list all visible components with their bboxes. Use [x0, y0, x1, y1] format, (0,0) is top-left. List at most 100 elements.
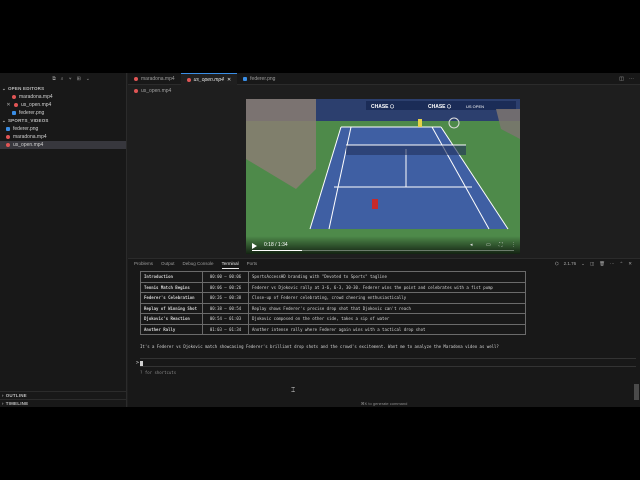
video-file-icon [6, 135, 10, 139]
video-progress-fill [252, 250, 302, 251]
description-cell: Replay shows Federer's precise drop shot… [248, 302, 526, 314]
extensions-icon[interactable]: ⊞ [77, 73, 81, 85]
event-cell: Replay of Winning Shot [140, 302, 203, 314]
fullscreen-icon[interactable]: ⛶ [499, 242, 503, 248]
outline-section[interactable]: › OUTLINE [0, 391, 127, 399]
table-row: Replay of Winning Shot 00:38 – 00:54 Rep… [140, 302, 526, 314]
shortcuts-hint: ? for shortcuts [140, 370, 177, 375]
more-icon[interactable]: ⋮ [511, 242, 516, 248]
picture-in-picture-icon[interactable]: ▭ [486, 242, 491, 248]
split-editor-icon[interactable]: ◫ [619, 73, 624, 85]
file-item[interactable]: maradona.mp4 [0, 133, 126, 141]
search-icon[interactable]: ⌕ [61, 73, 64, 85]
prompt-input[interactable]: > [136, 358, 636, 367]
close-icon[interactable]: ✕ [227, 74, 231, 86]
breadcrumb: us_open.mp4 [134, 87, 171, 95]
event-cell: Introduction [140, 271, 203, 283]
open-editors-header[interactable]: ⌄ OPEN EDITORS [0, 85, 126, 93]
tab-output[interactable]: Output [161, 259, 175, 269]
more-actions-icon[interactable]: ⋯ [610, 259, 615, 269]
tab-maradona[interactable]: maradona.mp4 [128, 73, 181, 85]
time-cell: 00:06 – 00:26 [202, 281, 249, 293]
video-file-icon [14, 103, 18, 107]
more-actions-icon[interactable]: ⋯ [629, 73, 634, 85]
event-cell: Another Rally [140, 323, 203, 335]
editor-tabs: maradona.mp4 us_open.mp4 ✕ federer.png ◫… [128, 73, 640, 85]
open-editor-item[interactable]: federer.png [0, 109, 126, 117]
image-file-icon [6, 127, 10, 131]
play-icon[interactable] [252, 243, 257, 249]
video-time: 0:18 / 1:34 [264, 242, 288, 248]
close-icon[interactable]: ✕ [628, 259, 632, 269]
explorer-sidebar: ⧉ ⌕ ⑂ ⊞ ⌄ ⌄ OPEN EDITORS maradona.mp4 ✕ … [0, 73, 127, 407]
video-progress-track[interactable] [252, 250, 514, 251]
tab-ports[interactable]: Ports [247, 259, 258, 269]
video-file-icon [186, 77, 191, 82]
close-icon[interactable]: ✕ [6, 101, 11, 109]
time-cell: 00:54 – 01:03 [202, 313, 249, 325]
trash-icon[interactable]: 🗑 [599, 259, 605, 269]
time-cell: 01:03 – 01:34 [202, 323, 249, 335]
chevron-down-icon[interactable]: ⌄ [581, 259, 585, 269]
file-item[interactable]: federer.png [0, 125, 126, 133]
time-cell: 00:26 – 00:38 [202, 292, 249, 304]
file-item[interactable]: us_open.mp4 [0, 141, 126, 149]
copy-icon[interactable]: ⧉ [52, 73, 56, 85]
mouse-pointer-icon: ⌶ [291, 387, 296, 394]
tab-federer[interactable]: federer.png [237, 73, 281, 85]
volume-icon[interactable]: ◂ [470, 242, 473, 248]
editor-window: ⧉ ⌕ ⑂ ⊞ ⌄ ⌄ OPEN EDITORS maradona.mp4 ✕ … [0, 73, 640, 407]
source-control-icon[interactable]: ⑂ [69, 73, 72, 85]
time-cell: 00:38 – 00:54 [202, 302, 249, 314]
tab-problems[interactable]: Problems [134, 259, 153, 269]
video-file-icon [6, 143, 10, 147]
video-controls: 0:18 / 1:34 ◂ ▭ ⛶ ⋮ [246, 236, 520, 254]
open-editor-item[interactable]: ✕ us_open.mp4 [0, 101, 126, 109]
terminal-icon: ⌬ [554, 261, 559, 266]
timeline-section[interactable]: › TIMELINE [0, 399, 127, 407]
table-row: Tennis Match Begins 00:06 – 00:26 Federe… [140, 281, 526, 293]
folder-header[interactable]: ⌄ SPORTS_VIDEOS [0, 117, 126, 125]
event-cell: Tennis Match Begins [140, 281, 203, 293]
open-editor-item[interactable]: maradona.mp4 [0, 93, 126, 101]
svg-text:CHASE ⬡: CHASE ⬡ [428, 104, 452, 110]
description-cell: Close-up of Federer celebrating, crowd c… [248, 292, 526, 304]
panel-actions: ⌬ 2.1.76 ⌄ ◫ 🗑 ⋯ ⌃ ✕ [555, 259, 632, 269]
assistant-summary: It's a Federer vs Djokovic match showcas… [140, 344, 499, 349]
timeline-table: Introduction 00:00 – 00:06 SportsAccessH… [140, 271, 526, 335]
table-row: Djokovic's Reaction 00:54 – 01:03 Djokov… [140, 313, 526, 325]
terminal-output[interactable]: Introduction 00:00 – 00:06 SportsAccessH… [136, 271, 640, 375]
video-file-icon [134, 89, 138, 93]
table-row: Federer's Celebration 00:26 – 00:38 Clos… [140, 292, 526, 304]
editor-actions: ◫ ⋯ [619, 73, 634, 85]
table-row: Introduction 00:00 – 00:06 SportsAccessH… [140, 271, 526, 283]
tab-us-open[interactable]: us_open.mp4 ✕ [180, 73, 238, 86]
split-terminal-icon[interactable]: ◫ [590, 259, 594, 269]
video-frame: CHASE ⬡ CHASE ⬡ US OPEN [246, 99, 520, 254]
text-cursor [140, 361, 143, 366]
tab-terminal[interactable]: Terminal [221, 259, 239, 269]
description-cell: Another intense rally where Federer agai… [248, 323, 526, 335]
status-bar: ⌘K to generate command [128, 400, 640, 407]
svg-text:CHASE ⬡: CHASE ⬡ [371, 104, 395, 110]
chevron-down-icon: ⌄ [2, 86, 6, 91]
chevron-down-icon[interactable]: ⌄ [86, 73, 90, 85]
chevron-down-icon: ⌄ [2, 118, 6, 123]
maximize-panel-icon[interactable]: ⌃ [619, 259, 623, 269]
image-file-icon [12, 111, 16, 115]
table-row: Another Rally 01:03 – 01:34 Another inte… [140, 323, 526, 335]
description-cell: SportsAccessHD branding with "Devoted to… [248, 271, 526, 283]
video-player[interactable]: CHASE ⬡ CHASE ⬡ US OPEN 0:18 / 1:34 ◂ ▭ … [246, 99, 520, 254]
bottom-panel: Problems Output Debug Console Terminal P… [128, 258, 640, 407]
terminal-version: 2.1.76 [563, 261, 577, 266]
prompt-symbol: > [136, 360, 140, 366]
video-file-icon [134, 77, 138, 81]
event-cell: Djokovic's Reaction [140, 313, 203, 325]
tab-debug-console[interactable]: Debug Console [183, 259, 214, 269]
image-file-icon [243, 77, 248, 81]
svg-text:US OPEN: US OPEN [466, 104, 484, 109]
time-cell: 00:00 – 00:06 [202, 271, 249, 283]
description-cell: Djokovic composed on the other side, tak… [248, 313, 526, 325]
scrollbar[interactable] [634, 384, 639, 400]
description-cell: Federer vs Djokovic rally at 3-6, 6-3, 3… [248, 281, 526, 293]
